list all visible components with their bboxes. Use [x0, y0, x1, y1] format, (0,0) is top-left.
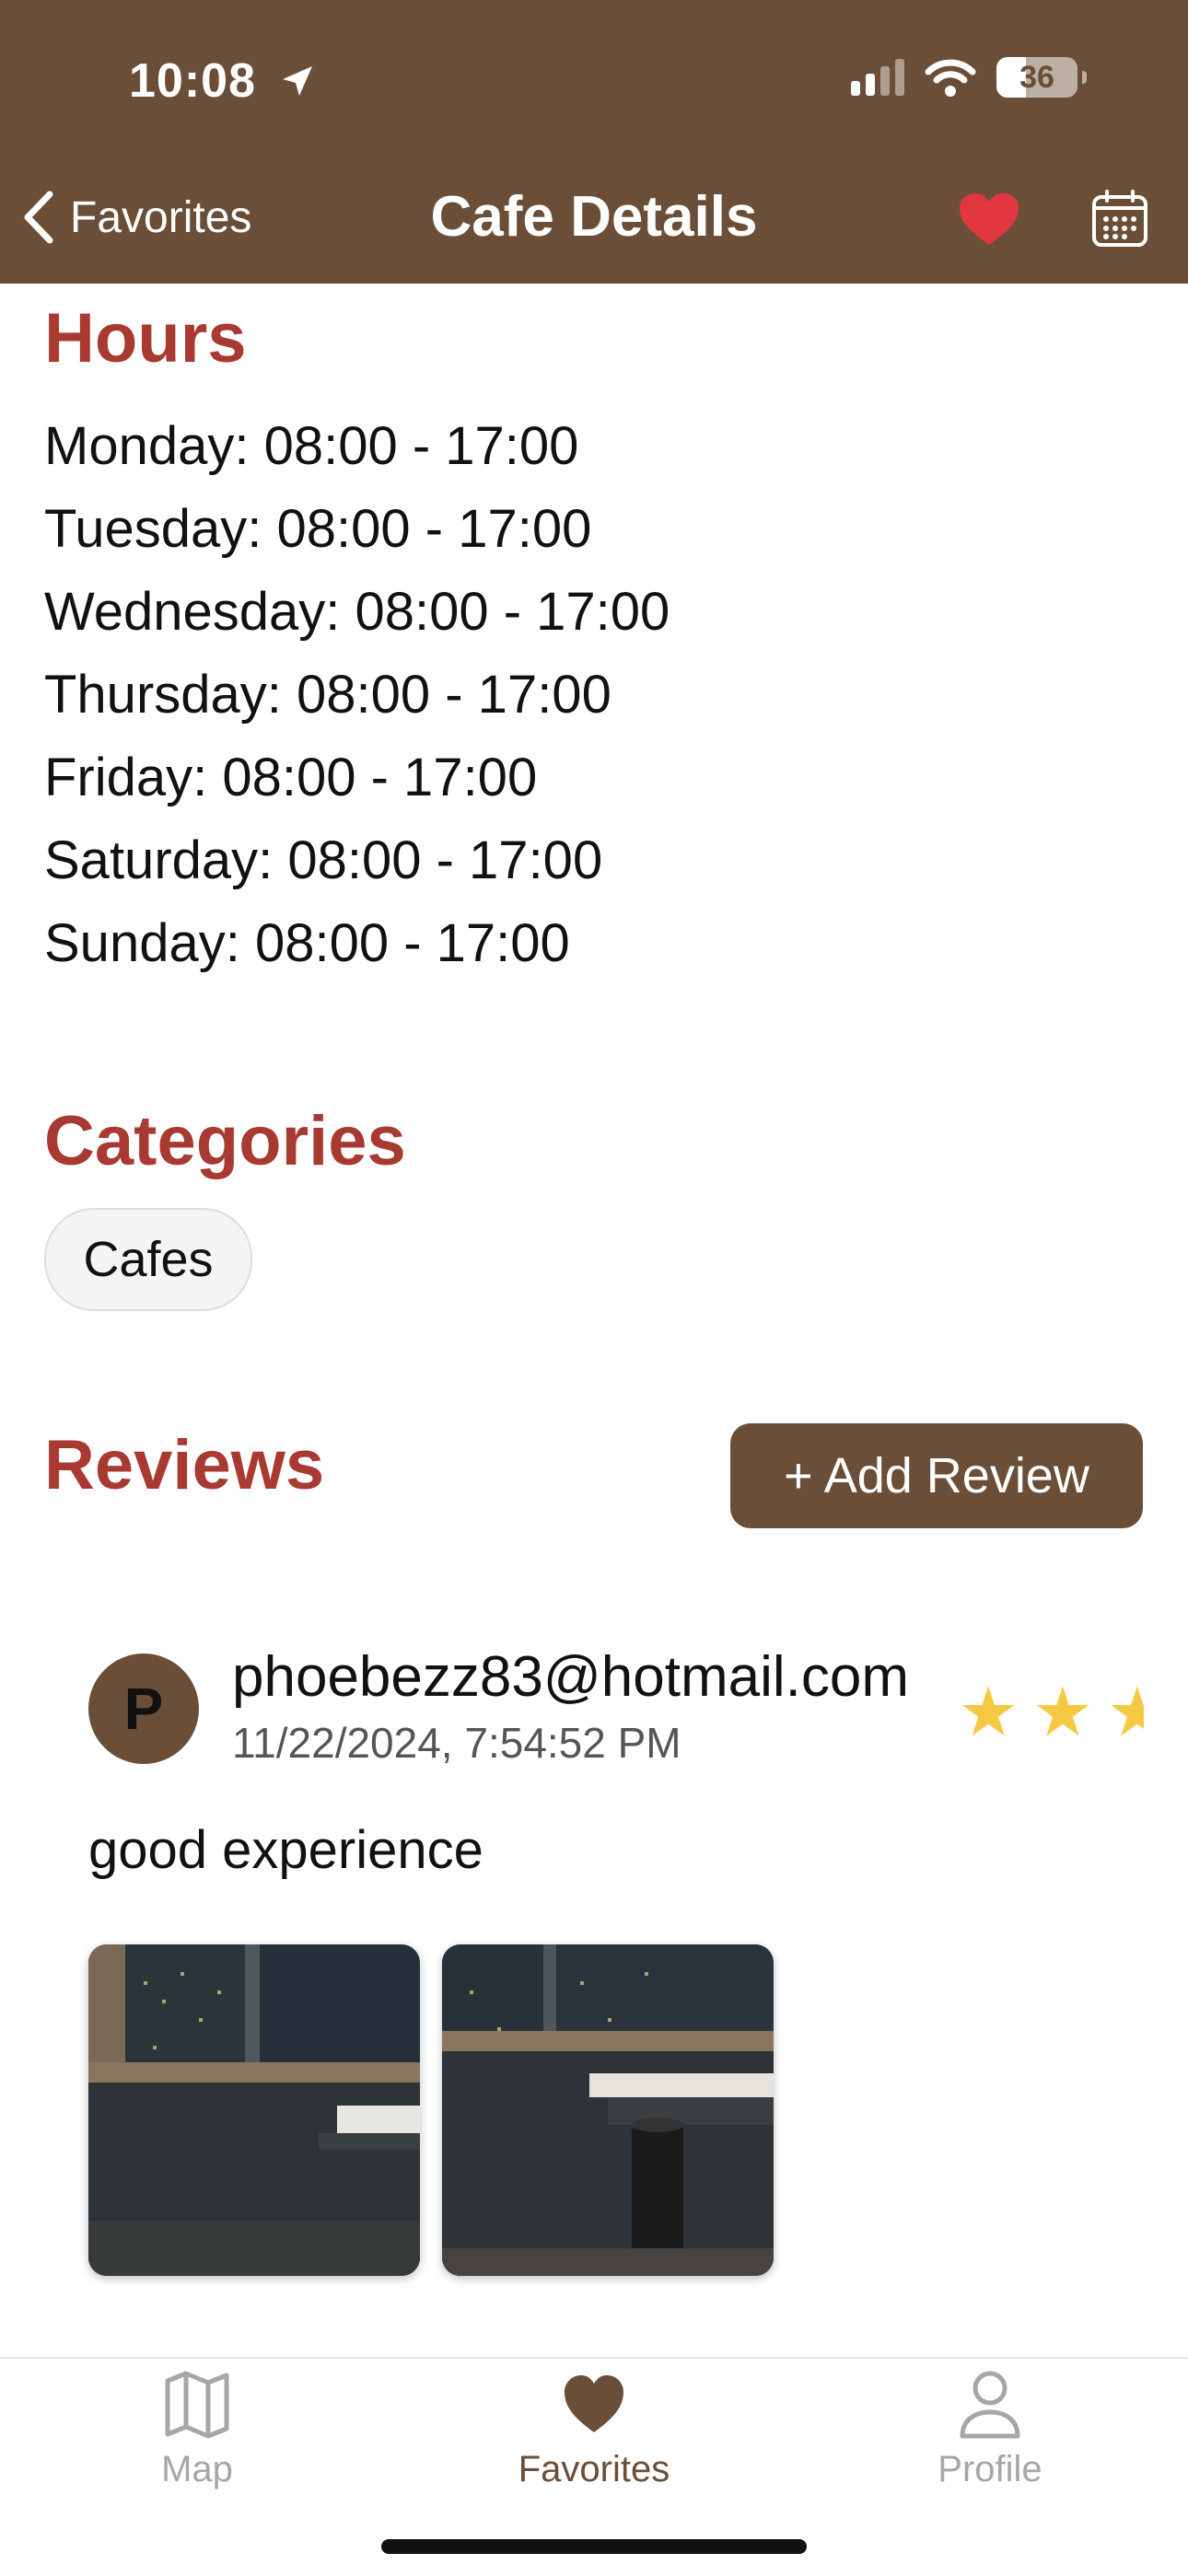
battery-percent: 36 — [1019, 59, 1054, 95]
star-icon: ★ — [1106, 1676, 1144, 1749]
star-icon: ★ — [958, 1676, 1019, 1749]
cellular-signal-icon — [851, 59, 904, 96]
hours-item-monday: Monday: 08:00 - 17:00 — [44, 416, 579, 476]
hours-item-tuesday: Tuesday: 08:00 - 17:00 — [44, 499, 592, 559]
review-photo[interactable] — [88, 1944, 420, 2276]
categories-heading: Categories — [44, 1102, 406, 1180]
star-rating: ★ ★ ★ — [958, 1676, 1144, 1749]
avatar-initial: P — [123, 1676, 164, 1742]
map-icon — [165, 2371, 229, 2439]
hours-item-wednesday: Wednesday: 08:00 - 17:00 — [44, 582, 670, 642]
add-review-button[interactable]: + Add Review — [730, 1423, 1143, 1528]
battery-icon: 36 — [996, 57, 1087, 98]
hours-item-saturday: Saturday: 08:00 - 17:00 — [44, 830, 603, 890]
review-photo[interactable] — [442, 1944, 774, 2276]
home-indicator — [381, 2539, 807, 2554]
heart-icon — [565, 2375, 623, 2432]
status-time-text: 10:08 — [129, 54, 256, 108]
hours-list: Monday: 08:00 - 17:00 Tuesday: 08:00 - 1… — [44, 405, 670, 985]
person-icon — [960, 2371, 1020, 2439]
review-user-email: phoebezz83@hotmail.com — [232, 1645, 910, 1709]
hours-item-friday: Friday: 08:00 - 17:00 — [44, 748, 538, 807]
tab-favorites-label: Favorites — [518, 2449, 670, 2489]
tab-profile[interactable]: Profile — [852, 2368, 1128, 2490]
review-text: good experience — [88, 1820, 483, 1880]
status-time: 10:08 — [129, 53, 316, 111]
tab-profile-label: Profile — [938, 2449, 1042, 2489]
avatar: P — [88, 1654, 199, 1764]
tab-map[interactable]: Map — [59, 2368, 335, 2490]
reviews-heading: Reviews — [44, 1426, 325, 1504]
location-arrow-icon — [279, 56, 316, 111]
star-icon: ★ — [1031, 1676, 1094, 1749]
heart-icon — [960, 193, 1019, 245]
hours-heading: Hours — [44, 299, 247, 377]
calendar-button[interactable] — [1090, 190, 1149, 253]
wifi-icon — [925, 59, 976, 97]
tab-favorites[interactable]: Favorites — [456, 2368, 732, 2490]
status-icons: 36 — [851, 57, 1087, 98]
header-bar: 10:08 36 Favorites Cafe Details — [0, 0, 1188, 284]
category-chip[interactable]: Cafes — [44, 1208, 252, 1311]
review-date: 11/22/2024, 7:54:52 PM — [232, 1719, 681, 1767]
hours-item-sunday: Sunday: 08:00 - 17:00 — [44, 913, 570, 973]
calendar-icon — [1092, 190, 1147, 247]
tab-map-label: Map — [161, 2449, 233, 2489]
favorite-button[interactable] — [958, 191, 1020, 253]
hours-item-thursday: Thursday: 08:00 - 17:00 — [44, 665, 611, 725]
